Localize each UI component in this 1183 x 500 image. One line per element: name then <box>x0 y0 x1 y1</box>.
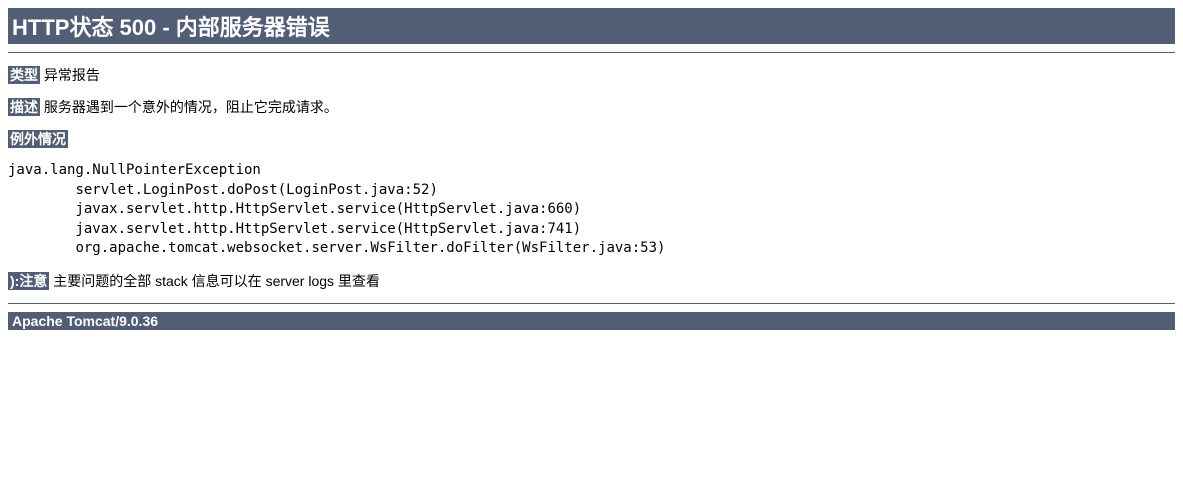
server-footer: Apache Tomcat/9.0.36 <box>8 312 1175 330</box>
type-value: 异常报告 <box>44 67 100 83</box>
exception-row: 例外情况 <box>8 129 1175 149</box>
divider <box>8 52 1175 53</box>
note-label: ):注意 <box>8 272 49 290</box>
type-row: 类型 异常报告 <box>8 65 1175 85</box>
note-row: ):注意 主要问题的全部 stack 信息可以在 server logs 里查看 <box>8 271 1175 291</box>
description-row: 描述 服务器遇到一个意外的情况，阻止它完成请求。 <box>8 97 1175 117</box>
exception-label: 例外情况 <box>8 130 68 148</box>
stack-trace: java.lang.NullPointerException servlet.L… <box>8 161 1175 259</box>
error-title: HTTP状态 500 - 内部服务器错误 <box>8 8 1175 44</box>
type-label: 类型 <box>8 66 40 84</box>
description-value: 服务器遇到一个意外的情况，阻止它完成请求。 <box>44 99 338 115</box>
description-label: 描述 <box>8 98 40 116</box>
note-value: 主要问题的全部 stack 信息可以在 server logs 里查看 <box>53 273 380 289</box>
divider <box>8 303 1175 304</box>
